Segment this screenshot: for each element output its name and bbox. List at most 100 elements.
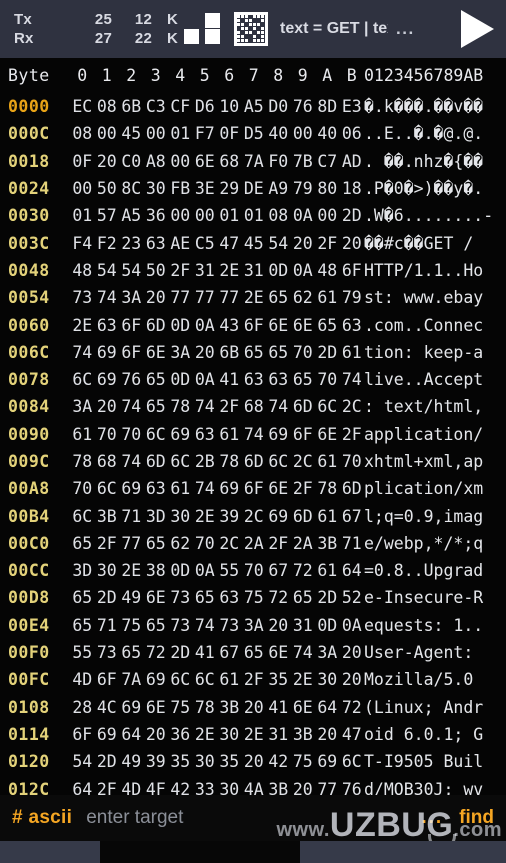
hex-byte[interactable]: A5 (242, 97, 267, 116)
toolbar-overflow-button[interactable]: ... (396, 19, 415, 39)
hex-byte[interactable]: 20 (291, 234, 316, 253)
hex-byte[interactable]: 67 (217, 643, 242, 662)
hex-byte[interactable]: 47 (340, 725, 365, 744)
hex-byte[interactable]: 2F (95, 534, 120, 553)
hex-byte[interactable]: 71 (119, 507, 144, 526)
hex-byte[interactable]: 74 (291, 643, 316, 662)
nav-home-icon[interactable] (200, 841, 300, 863)
play-triangle-icon[interactable] (461, 10, 494, 48)
hex-byte[interactable]: 69 (95, 343, 120, 362)
hex-byte[interactable]: 35 (266, 670, 291, 689)
hex-byte[interactable]: 64 (119, 725, 144, 744)
hex-byte[interactable]: 63 (193, 425, 218, 444)
hex-byte[interactable]: 0A (340, 616, 365, 635)
hex-byte[interactable]: F0 (266, 152, 291, 171)
hex-byte[interactable]: A5 (119, 206, 144, 225)
hex-byte[interactable]: 71 (340, 534, 365, 553)
hex-byte[interactable]: 4D (70, 670, 95, 689)
hex-byte[interactable]: 77 (168, 288, 193, 307)
hex-byte[interactable]: 30 (315, 670, 340, 689)
hex-row[interactable]: 00F0 55 73 65 72 2D 41 67 65 6E 74 3A 20 User-Agent: (0, 639, 506, 666)
hex-byte[interactable]: 3B (217, 698, 242, 717)
hex-byte[interactable]: 29 (217, 179, 242, 198)
hex-byte[interactable]: 65 (144, 370, 169, 389)
hex-byte[interactable]: 64 (315, 698, 340, 717)
hex-byte[interactable]: 20 (193, 343, 218, 362)
hex-byte[interactable]: 54 (70, 752, 95, 771)
hex-byte[interactable]: 73 (95, 643, 120, 662)
hex-byte[interactable]: 72 (291, 561, 316, 580)
hex-byte[interactable]: C3 (144, 97, 169, 116)
hex-byte[interactable]: 45 (119, 124, 144, 143)
hex-byte[interactable]: 2E (70, 316, 95, 335)
hex-byte[interactable]: 6F (119, 316, 144, 335)
hex-byte[interactable]: 20 (340, 643, 365, 662)
hex-byte[interactable]: 2F (168, 261, 193, 280)
hex-byte[interactable]: 18 (340, 179, 365, 198)
hex-byte[interactable]: 54 (95, 261, 120, 280)
hex-byte[interactable]: 70 (95, 425, 120, 444)
hex-byte[interactable]: 0F (217, 124, 242, 143)
hex-byte[interactable]: 2E (242, 725, 267, 744)
hex-byte[interactable]: 6D (242, 452, 267, 471)
hex-row[interactable]: 000C 08 00 45 00 01 F7 0F D5 40 00 40 06 ..E..�.�@.@. (0, 120, 506, 147)
hex-byte[interactable]: 41 (266, 698, 291, 717)
hex-byte[interactable]: 2F (266, 534, 291, 553)
hex-byte[interactable]: 50 (144, 261, 169, 280)
hex-byte[interactable]: 2F (242, 670, 267, 689)
hex-byte[interactable]: 08 (70, 124, 95, 143)
hex-byte[interactable]: 38 (144, 561, 169, 580)
hex-row[interactable]: 00C0 65 2F 77 65 62 70 2C 2A 2F 2A 3B 71 e/webp,*/*;q (0, 530, 506, 557)
hex-row[interactable]: 00E4 65 71 75 65 73 74 73 3A 20 31 0D 0A equests: 1.. (0, 612, 506, 639)
hex-byte[interactable]: 74 (95, 288, 120, 307)
hex-byte[interactable]: 72 (266, 588, 291, 607)
hex-byte[interactable]: 0D (168, 316, 193, 335)
hex-byte[interactable]: 01 (168, 124, 193, 143)
hex-byte[interactable]: 20 (266, 616, 291, 635)
hex-row[interactable]: 009C 78 68 74 6D 6C 2B 78 6D 6C 2C 61 70 xhtml+xml,ap (0, 448, 506, 475)
hex-byte[interactable]: 72 (144, 643, 169, 662)
hex-byte[interactable]: 30 (144, 179, 169, 198)
hex-byte[interactable]: 73 (168, 616, 193, 635)
hex-byte[interactable]: 67 (266, 561, 291, 580)
hex-byte[interactable]: 67 (340, 507, 365, 526)
hex-byte[interactable]: 36 (144, 206, 169, 225)
hex-byte[interactable]: 20 (144, 288, 169, 307)
hex-byte[interactable]: 50 (95, 179, 120, 198)
hex-byte[interactable]: 6C (168, 452, 193, 471)
hex-byte[interactable]: 00 (168, 152, 193, 171)
hex-row[interactable]: 0000 EC 08 6B C3 CF D6 10 A5 D0 76 8D E3 �.k���.��v�� (0, 93, 506, 120)
hex-byte[interactable]: EC (70, 97, 95, 116)
hex-byte[interactable]: 3A (168, 343, 193, 362)
hex-byte[interactable]: 0D (266, 261, 291, 280)
hex-byte[interactable]: 3B (95, 507, 120, 526)
hex-byte[interactable]: 6F (242, 479, 267, 498)
hex-byte[interactable]: D5 (242, 124, 267, 143)
hex-byte[interactable]: 68 (217, 152, 242, 171)
hex-byte[interactable]: 3D (144, 507, 169, 526)
hex-byte[interactable]: 6E (291, 316, 316, 335)
nav-back-icon[interactable] (0, 841, 100, 863)
hex-byte[interactable]: 2D (315, 588, 340, 607)
hex-byte[interactable]: 3E (193, 179, 218, 198)
hex-row[interactable]: 0108 28 4C 69 6E 75 78 3B 20 41 6E 64 72 (Linux; Andr (0, 694, 506, 721)
hex-byte[interactable]: 2E (193, 725, 218, 744)
hex-byte[interactable]: F2 (95, 234, 120, 253)
hex-byte[interactable]: 79 (291, 179, 316, 198)
hex-byte[interactable]: 74 (266, 397, 291, 416)
hex-byte[interactable]: 49 (119, 752, 144, 771)
hex-byte[interactable]: 3A (119, 288, 144, 307)
hex-byte[interactable]: 6D (144, 316, 169, 335)
hex-byte[interactable]: 31 (266, 725, 291, 744)
hex-byte[interactable]: 48 (70, 261, 95, 280)
hex-byte[interactable]: 49 (119, 588, 144, 607)
find-button[interactable]: find (459, 807, 494, 829)
hex-byte[interactable]: 68 (242, 397, 267, 416)
hex-byte[interactable]: 3B (315, 534, 340, 553)
hex-row[interactable]: 0054 73 74 3A 20 77 77 77 2E 65 62 61 79 st: www.ebay (0, 284, 506, 311)
hex-byte[interactable]: 65 (193, 588, 218, 607)
hex-byte[interactable]: 31 (242, 261, 267, 280)
hex-byte[interactable]: 73 (168, 588, 193, 607)
hex-byte[interactable]: 28 (70, 698, 95, 717)
hex-byte[interactable]: 06 (340, 124, 365, 143)
